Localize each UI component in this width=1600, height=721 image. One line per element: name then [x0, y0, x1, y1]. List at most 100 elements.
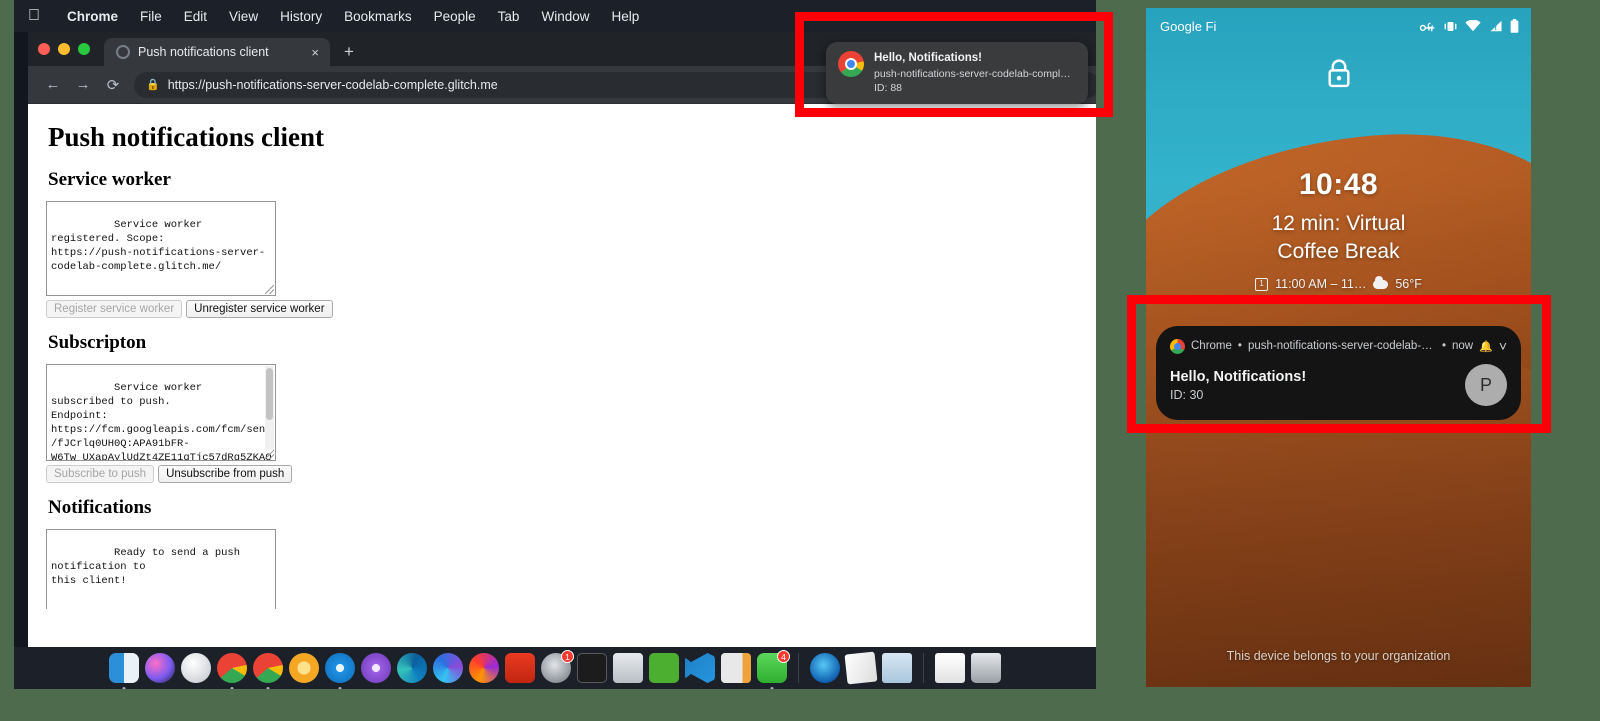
- resize-grip[interactable]: [265, 450, 274, 459]
- dock-divider: [798, 653, 799, 683]
- chrome-window: Push notifications client × + ← → ⟳ 🔒 ht…: [28, 32, 1096, 647]
- cloud-icon: [1373, 275, 1389, 289]
- notifications-log[interactable]: Ready to send a push notification to thi…: [46, 529, 276, 609]
- event-time-label: 11:00 AM – 11…: [1275, 277, 1367, 292]
- pictures-stack-icon[interactable]: [882, 653, 912, 683]
- vs-code-icon[interactable]: [685, 653, 715, 683]
- page-viewport: Push notifications client Service worker…: [28, 104, 1096, 609]
- unregister-service-worker-button[interactable]: Unregister service worker: [186, 300, 333, 318]
- safari-icon[interactable]: [325, 653, 355, 689]
- documents-stack-icon[interactable]: [844, 651, 878, 685]
- resize-grip[interactable]: [265, 285, 274, 294]
- menubar-item-edit[interactable]: Edit: [173, 9, 218, 24]
- section-heading-subscription: Subscripton: [48, 332, 147, 353]
- time-machine-icon[interactable]: [810, 653, 840, 683]
- safari-technology-preview-icon[interactable]: [361, 653, 391, 683]
- macos-notification-body: ID: 88: [874, 81, 903, 94]
- macos-notification-title: Hello, Notifications!: [874, 52, 982, 64]
- menubar-item-bookmarks[interactable]: Bookmarks: [333, 9, 423, 24]
- textarea-scrollbar[interactable]: [265, 366, 274, 450]
- finder-icon[interactable]: [109, 653, 139, 689]
- calibre-icon[interactable]: [649, 653, 679, 683]
- macos-notification-toast[interactable]: Hello, Notifications! push-notifications…: [826, 42, 1088, 104]
- messages-icon[interactable]: 4: [757, 650, 790, 689]
- lock-icon: [1325, 58, 1352, 93]
- vibrate-icon: [1444, 21, 1457, 31]
- android-phone-screen: Google Fi 10:48 12 min: Virtual Coffee B…: [1146, 8, 1531, 687]
- dock-divider: [923, 653, 924, 683]
- status-icons: [1419, 19, 1519, 33]
- siri-icon[interactable]: [145, 653, 175, 683]
- maximize-window-button[interactable]: [78, 43, 90, 55]
- menubar-item-window[interactable]: Window: [530, 9, 600, 24]
- downloads-stack-icon[interactable]: [935, 653, 965, 683]
- macos-menubar[interactable]:  Chrome File Edit View History Bookmark…: [14, 0, 1096, 32]
- launchpad-icon[interactable]: [181, 653, 211, 683]
- notification-message: ID: 30: [1170, 387, 1204, 402]
- page-favicon: [116, 45, 130, 59]
- service-worker-buttons: Register service worker Unregister servi…: [46, 300, 1096, 318]
- avatar: P: [1465, 364, 1507, 406]
- notification-app-name: Chrome: [1191, 340, 1232, 352]
- unsubscribe-from-push-button[interactable]: Unsubscribe from push: [158, 465, 293, 483]
- notification-source: push-notifications-server-codelab-co…: [1247, 340, 1436, 352]
- window-traffic-lights[interactable]: [38, 43, 90, 55]
- edge-icon[interactable]: [397, 653, 427, 683]
- disk-utility-icon[interactable]: [613, 653, 643, 683]
- chrome-icon[interactable]: [217, 653, 247, 689]
- browser-tab[interactable]: Push notifications client ×: [104, 38, 330, 66]
- notification-body: Hello, Notifications! ID: 30 P: [1170, 364, 1507, 406]
- notification-title: Hello, Notifications!: [1170, 368, 1307, 385]
- chrome-beta-icon[interactable]: [253, 653, 283, 689]
- macos-dock[interactable]: 1 4: [14, 647, 1096, 689]
- back-icon[interactable]: ←: [38, 70, 68, 100]
- notification-separator-1: •: [1237, 340, 1242, 352]
- close-icon[interactable]: ×: [308, 45, 322, 60]
- menubar-item-file[interactable]: File: [129, 9, 173, 24]
- firefox-developer-icon[interactable]: [433, 653, 463, 683]
- menubar-item-chrome[interactable]: Chrome: [56, 9, 129, 24]
- register-service-worker-button[interactable]: Register service worker: [46, 300, 183, 318]
- terminal-icon[interactable]: [577, 653, 607, 683]
- chrome-icon: [1170, 338, 1185, 354]
- minimize-window-button[interactable]: [58, 43, 70, 55]
- menubar-item-history[interactable]: History: [269, 9, 333, 24]
- subscription-log[interactable]: Service worker subscribed to push. Endpo…: [46, 364, 276, 461]
- browser-tab-title: Push notifications client: [138, 45, 269, 59]
- notification-separator-2: •: [1441, 340, 1446, 352]
- brave-icon[interactable]: [505, 653, 535, 683]
- new-tab-button[interactable]: +: [344, 42, 354, 62]
- chrome-canary-icon[interactable]: [289, 653, 319, 683]
- system-preferences-icon[interactable]: 1: [541, 650, 574, 683]
- organization-notice: This device belongs to your organization: [1226, 649, 1451, 663]
- subscribe-to-push-button[interactable]: Subscribe to push: [46, 465, 155, 483]
- system-preferences-badge: 1: [561, 650, 574, 663]
- lockscreen-event[interactable]: 12 min: Virtual Coffee Break: [1146, 210, 1531, 265]
- silent-bell-icon: 🔔: [1479, 340, 1493, 353]
- reload-icon[interactable]: ⟳: [98, 70, 128, 100]
- section-heading-service-worker: Service worker: [48, 169, 171, 190]
- subscription-buttons: Subscribe to push Unsubscribe from push: [46, 465, 1096, 483]
- cell-signal-icon: [1490, 20, 1502, 32]
- android-notification-card[interactable]: Chrome • push-notifications-server-codel…: [1156, 326, 1521, 420]
- chevron-down-icon[interactable]: ˅: [1499, 338, 1507, 354]
- menubar-item-view[interactable]: View: [218, 9, 269, 24]
- menubar-item-tab[interactable]: Tab: [487, 9, 531, 24]
- apple-logo-icon[interactable]: : [28, 8, 40, 24]
- trash-icon[interactable]: [971, 653, 1001, 683]
- carrier-label: Google Fi: [1160, 18, 1217, 34]
- forward-icon[interactable]: →: [68, 70, 98, 100]
- chrome-icon: [838, 51, 864, 77]
- temperature-label: 56°F: [1395, 277, 1422, 292]
- section-heading-notifications: Notifications: [48, 497, 152, 518]
- notes-icon[interactable]: [721, 653, 751, 683]
- menubar-item-help[interactable]: Help: [600, 9, 650, 24]
- notification-header: Chrome • push-notifications-server-codel…: [1170, 338, 1507, 354]
- menubar-item-people[interactable]: People: [423, 9, 487, 24]
- firefox-icon[interactable]: [469, 653, 499, 683]
- page-title: Push notifications client: [48, 122, 325, 152]
- notification-time: now: [1452, 340, 1474, 352]
- macos-notification-source: push-notifications-server-codelab-comple…: [874, 67, 1076, 80]
- service-worker-log[interactable]: Service worker registered. Scope: https:…: [46, 201, 276, 296]
- close-window-button[interactable]: [38, 43, 50, 55]
